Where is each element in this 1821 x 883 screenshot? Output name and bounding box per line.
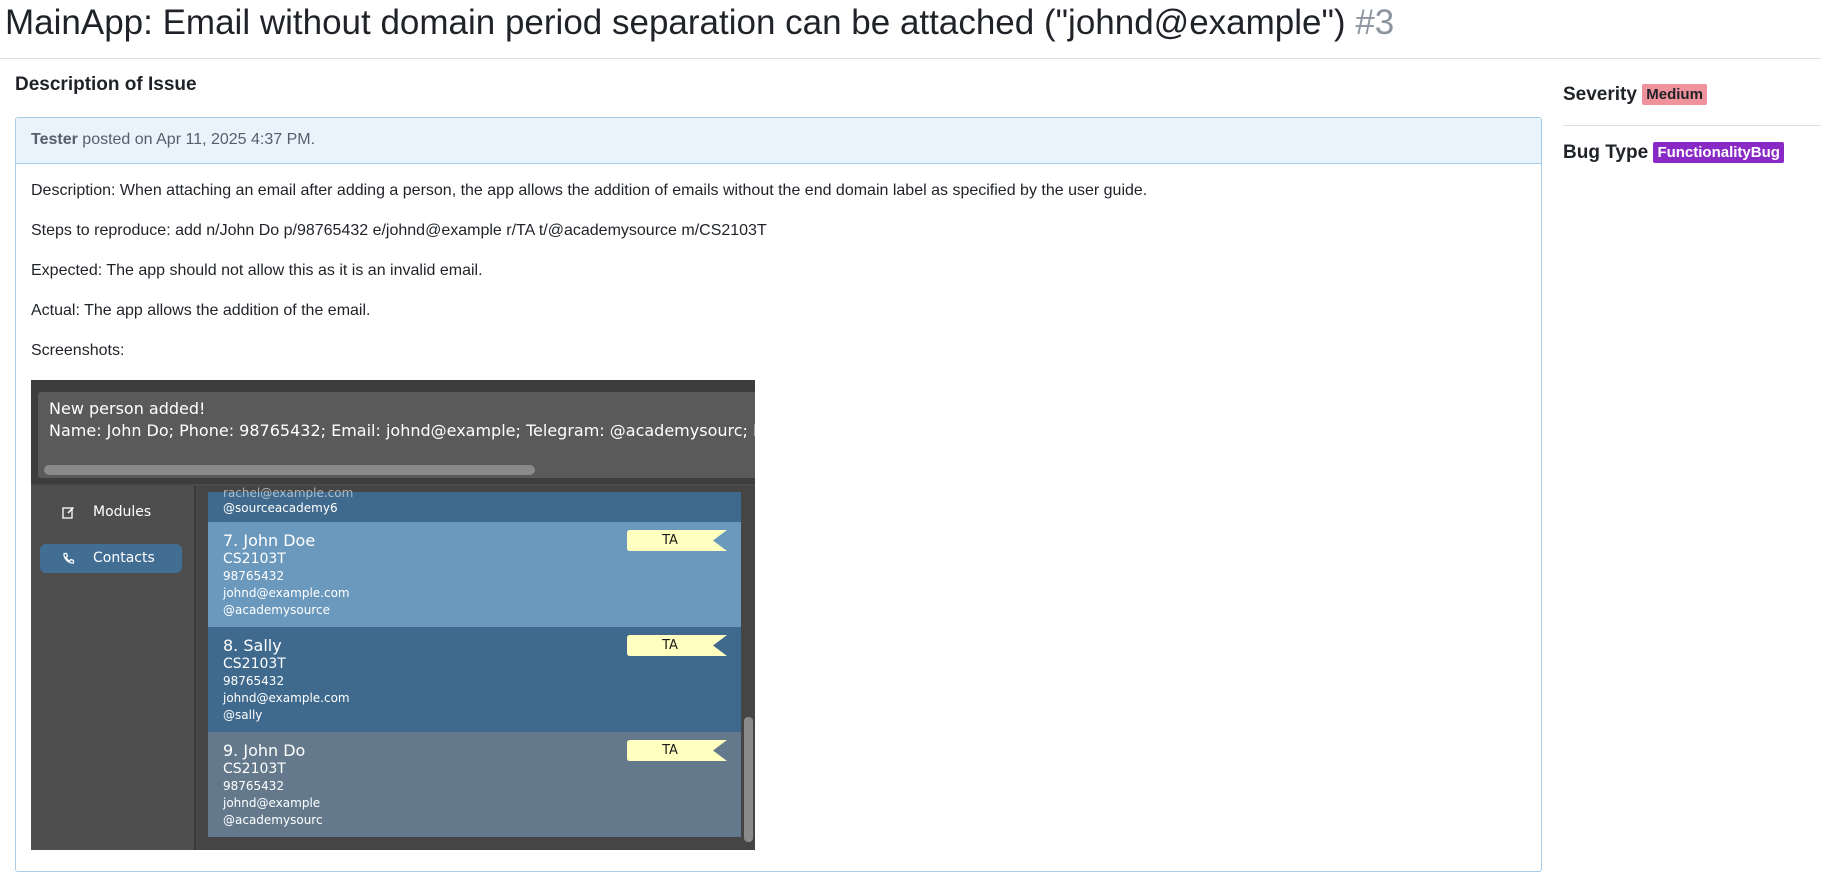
nav-contacts-label: Contacts bbox=[93, 550, 155, 566]
steps-paragraph: Steps to reproduce: add n/John Do p/9876… bbox=[31, 222, 767, 239]
bug-type-row: Bug Type FunctionalityBug bbox=[1563, 142, 1784, 164]
section-title: Description of Issue bbox=[15, 74, 197, 95]
tag-label: TA bbox=[662, 743, 678, 758]
comment-posted-text: posted on Apr 11, 2025 4:37 PM. bbox=[77, 131, 316, 148]
contact-list: rachel@example.com @sourceacademy6 7. Jo… bbox=[197, 486, 755, 850]
comment-author: Tester bbox=[31, 131, 78, 148]
role-tag: TA bbox=[627, 635, 727, 656]
result-panel: New person added! Name: John Do; Phone: … bbox=[31, 380, 755, 484]
horizontal-scrollbar bbox=[44, 465, 535, 475]
card-telegram: @sally bbox=[223, 708, 263, 722]
tag-label: TA bbox=[662, 533, 678, 548]
card-phone: 98765432 bbox=[223, 674, 285, 688]
result-line-1: New person added! bbox=[49, 399, 206, 418]
page-header: MainApp: Email without domain period sep… bbox=[0, 0, 1821, 59]
screenshots-label: Screenshots: bbox=[31, 342, 125, 359]
issue-number: #3 bbox=[1355, 3, 1395, 42]
card-telegram: @academysourc bbox=[223, 813, 323, 827]
card-email: johnd@example bbox=[223, 796, 321, 810]
comment-body: Description: When attaching an email aft… bbox=[16, 164, 1541, 396]
contact-card: 9. John Do CS2103T 98765432 johnd@exampl… bbox=[208, 732, 741, 837]
nav-modules-label: Modules bbox=[93, 504, 152, 520]
expected-paragraph: Expected: The app should not allow this … bbox=[31, 262, 483, 279]
card-module: CS2103T bbox=[223, 656, 286, 672]
contact-card: 8. Sally CS2103T 98765432 johnd@example.… bbox=[208, 627, 741, 732]
contact-card-partial: rachel@example.com @sourceacademy6 bbox=[208, 486, 741, 522]
tag-label: TA bbox=[662, 638, 678, 653]
attached-screenshot: New person added! Name: John Do; Phone: … bbox=[31, 380, 755, 850]
edit-icon bbox=[62, 506, 75, 519]
actual-paragraph: Actual: The app allows the addition of t… bbox=[31, 302, 371, 319]
bug-type-label: Bug Type bbox=[1563, 142, 1649, 163]
nav-panel: Modules Contacts bbox=[31, 486, 196, 850]
role-tag: TA bbox=[627, 530, 727, 551]
nav-item-contacts: Contacts bbox=[40, 544, 182, 573]
vertical-scrollbar bbox=[744, 717, 753, 842]
card-telegram: @academysource bbox=[223, 603, 330, 617]
card-email: johnd@example.com bbox=[223, 586, 350, 600]
card-module: CS2103T bbox=[223, 761, 286, 777]
card-phone: 98765432 bbox=[223, 569, 285, 583]
card-module: CS2103T bbox=[223, 551, 286, 567]
card-telegram: @sourceacademy6 bbox=[223, 501, 338, 515]
sidebar-divider bbox=[1563, 125, 1821, 126]
severity-row: Severity Medium bbox=[1563, 84, 1707, 106]
bug-type-badge: FunctionalityBug bbox=[1653, 142, 1784, 163]
card-email: johnd@example.com bbox=[223, 691, 350, 705]
card-phone: 98765432 bbox=[223, 779, 285, 793]
issue-title: MainApp: Email without domain period sep… bbox=[5, 3, 1346, 42]
contact-card: 7. John Doe CS2103T 98765432 johnd@examp… bbox=[208, 522, 741, 627]
comment-header: Tester posted on Apr 11, 2025 4:37 PM. bbox=[16, 118, 1541, 164]
issue-sidebar: Severity Medium Bug Type FunctionalityBu… bbox=[1563, 0, 1821, 883]
page-title: MainApp: Email without domain period sep… bbox=[5, 2, 1394, 44]
severity-badge: Medium bbox=[1642, 84, 1707, 105]
result-text: New person added! Name: John Do; Phone: … bbox=[49, 398, 755, 442]
result-line-2: Name: John Do; Phone: 98765432; Email: j… bbox=[49, 421, 755, 440]
description-paragraph: Description: When attaching an email aft… bbox=[31, 182, 1148, 199]
result-display: New person added! Name: John Do; Phone: … bbox=[38, 392, 755, 478]
comment-box: Tester posted on Apr 11, 2025 4:37 PM. D… bbox=[15, 117, 1542, 872]
role-tag: TA bbox=[627, 740, 727, 761]
severity-label: Severity bbox=[1563, 84, 1637, 105]
card-email: rachel@example.com bbox=[223, 486, 354, 500]
nav-item-modules: Modules bbox=[40, 498, 182, 527]
phone-icon bbox=[63, 552, 75, 564]
